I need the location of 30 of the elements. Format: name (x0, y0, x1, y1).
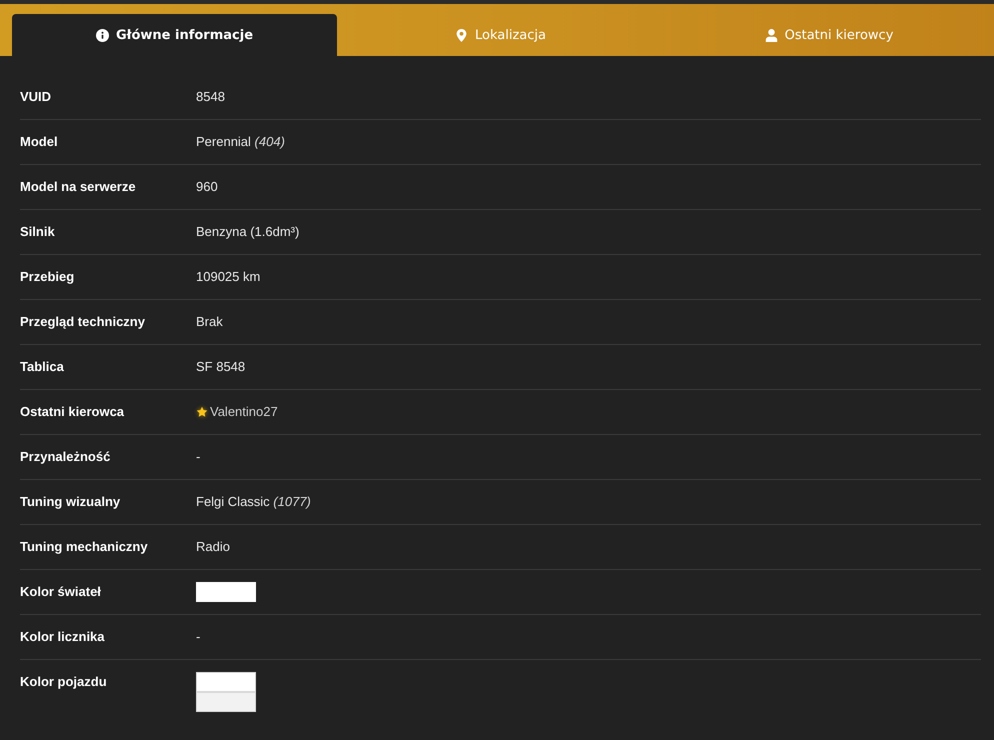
field-value: - (196, 628, 202, 646)
field-value: 109025 km (196, 268, 262, 286)
field-label: Tablica (20, 358, 65, 376)
field-value: Benzyna (1.6dm³) (196, 223, 300, 241)
field-value: 960 (196, 178, 219, 196)
field-label: Model (20, 133, 59, 151)
field-label: Przynależność (20, 448, 112, 466)
field-label: VUID (20, 88, 52, 106)
field-value: Felgi Classic (1077) (196, 493, 312, 511)
field-value: Brak (196, 313, 224, 331)
field-value: - (196, 448, 202, 466)
field-value: 8548 (196, 88, 226, 106)
field-label: Tuning mechaniczny (20, 538, 149, 556)
field-label: Silnik (20, 223, 56, 241)
field-value: Radio (196, 538, 231, 556)
field-label: Przebieg (20, 268, 76, 286)
map-pin-icon (455, 28, 468, 42)
info-icon (96, 28, 109, 42)
field-label: Kolor pojazdu (20, 673, 108, 691)
field-label: Kolor świateł (20, 583, 102, 601)
field-label: Przegląd techniczny (20, 313, 146, 331)
field-label: Ostatni kierowca (20, 403, 126, 421)
field-label: Kolor licznika (20, 628, 106, 646)
field-value: SF 8548 (196, 358, 246, 376)
field-value: Perennial (404) (196, 133, 286, 151)
user-icon (764, 28, 778, 42)
field-label: Tuning wizualny (20, 493, 122, 511)
driver-link[interactable]: Valentino27 (210, 402, 278, 422)
tab[interactable]: Główne informacje (12, 14, 337, 56)
field-label: Model na serwerze (20, 178, 137, 196)
